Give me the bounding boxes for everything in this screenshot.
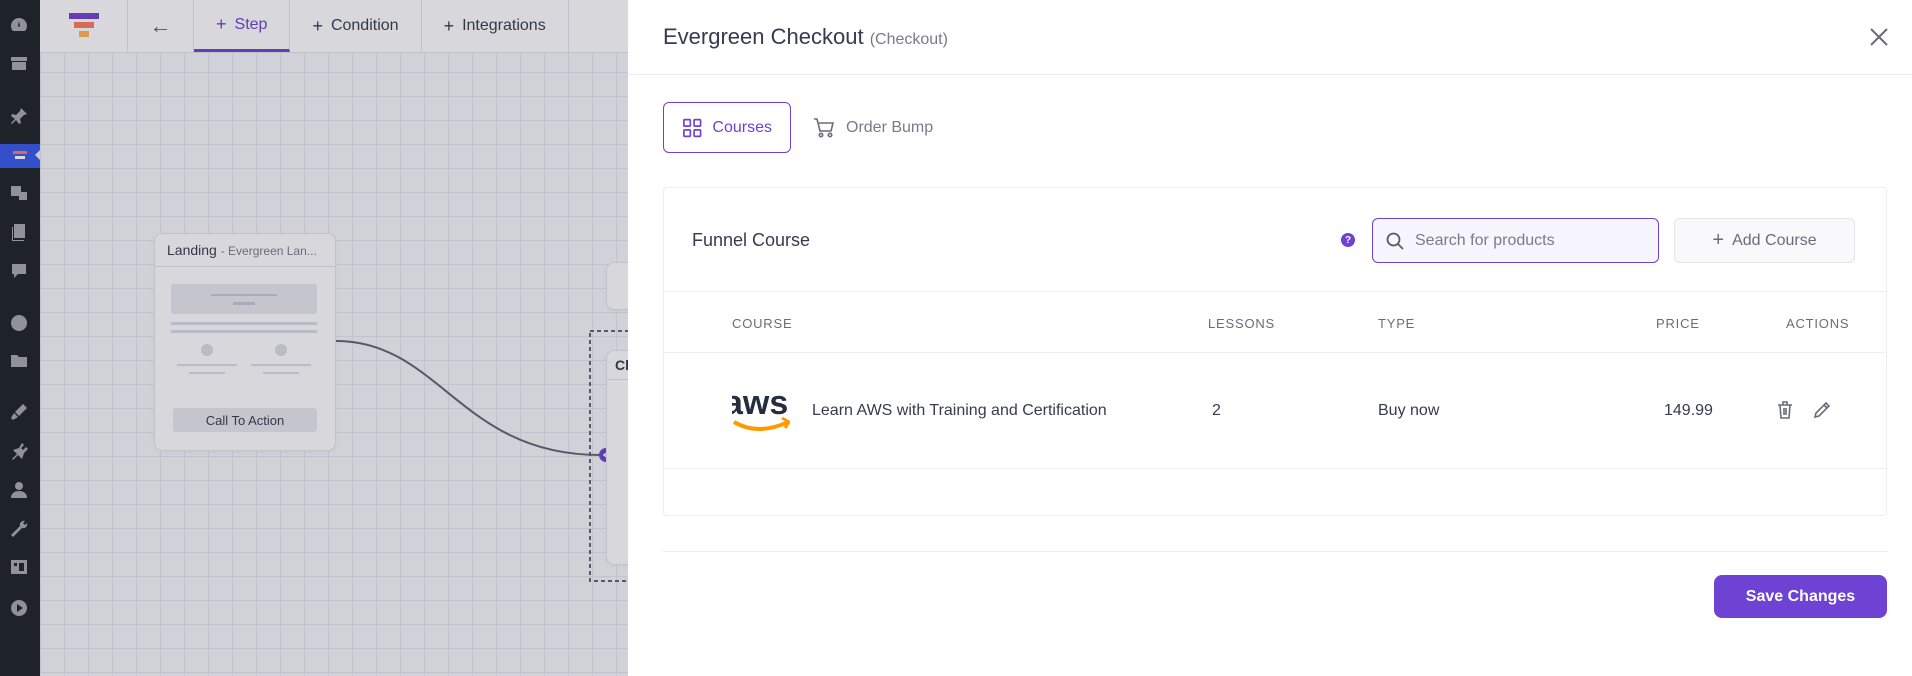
column-header-lessons: LESSONS — [1208, 316, 1276, 331]
cart-icon — [814, 117, 835, 137]
search-field[interactable] — [1372, 218, 1659, 263]
tab-courses[interactable]: Courses — [663, 102, 791, 153]
course-type: Buy now — [1378, 402, 1440, 419]
help-icon[interactable]: ? — [1341, 233, 1355, 247]
column-header-type: TYPE — [1378, 316, 1416, 331]
add-course-button[interactable]: + Add Course — [1674, 218, 1855, 263]
course-name: Learn AWS with Training and Certificatio… — [812, 402, 1107, 419]
step-settings-drawer: Evergreen Checkout (Checkout) Courses Or… — [628, 0, 1912, 676]
funnel-course-card: Funnel Course ? + Add Course COURSE LESS… — [663, 187, 1887, 516]
drawer-title-suffix: (Checkout) — [869, 31, 948, 48]
trash-icon[interactable] — [1774, 399, 1796, 421]
save-changes-button[interactable]: Save Changes — [1714, 575, 1887, 618]
edit-pencil-icon[interactable] — [1811, 399, 1833, 421]
drawer-title: Evergreen Checkout (Checkout) — [663, 24, 948, 50]
search-icon — [1386, 232, 1404, 250]
close-icon[interactable] — [1868, 26, 1890, 48]
column-header-course: COURSE — [732, 316, 793, 331]
section-title: Funnel Course — [692, 230, 811, 250]
course-price: 149.99 — [1664, 402, 1713, 419]
course-thumbnail-text: aws — [732, 384, 788, 422]
course-thumbnail: aws — [732, 376, 790, 442]
drawer-title-text: Evergreen Checkout — [663, 24, 864, 49]
modal-overlay[interactable] — [0, 0, 628, 676]
tab-order-bump[interactable]: Order Bump — [794, 102, 951, 153]
drawer-header: Evergreen Checkout (Checkout) — [628, 0, 1912, 75]
tab-courses-label: Courses — [712, 118, 772, 136]
add-course-label: Add Course — [1732, 231, 1817, 249]
tab-order-bump-label: Order Bump — [846, 118, 934, 136]
plus-icon: + — [1712, 229, 1725, 251]
table-header: COURSE LESSONS TYPE PRICE ACTIONS — [664, 291, 1886, 353]
footer-divider — [663, 551, 1887, 552]
column-header-price: PRICE — [1656, 316, 1700, 331]
column-header-actions: ACTIONS — [1786, 316, 1850, 331]
table-row: aws Learn AWS with Training and Certific… — [664, 354, 1886, 469]
course-lessons: 2 — [1212, 402, 1221, 419]
grid-icon — [683, 118, 702, 137]
search-input[interactable] — [1415, 231, 1645, 250]
